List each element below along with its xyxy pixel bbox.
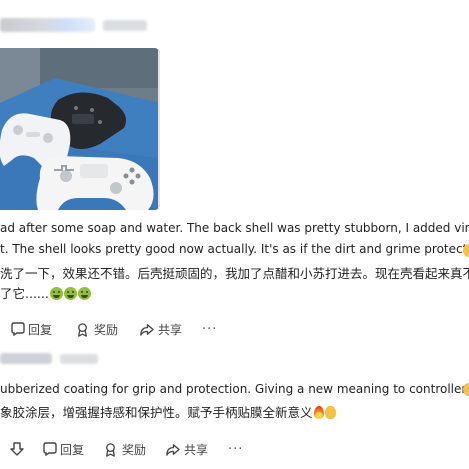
comment-bubble-icon — [43, 442, 57, 457]
controller-photo-drawing — [0, 48, 160, 210]
reply-label: 回复 — [60, 442, 85, 457]
award-label: 奖励 — [94, 322, 119, 337]
share-button[interactable]: 共享 — [165, 439, 208, 459]
share-button[interactable]: 共享 — [139, 319, 182, 339]
comment-text-line-cn: 象胶涂层，增强握持感和保护性。赋予手柄贴膜全新意义 — [0, 404, 336, 422]
award-icon — [106, 442, 115, 457]
comment-header — [0, 350, 469, 368]
comment-icon[interactable] — [10, 319, 26, 339]
comment-text-line-cn: 洗了一下，效果还不错。后壳挺顽固的，我加了点醋和小苏打进去。现在壳看起来真不 — [0, 266, 469, 281]
reply-button[interactable]: 回复 — [60, 439, 84, 459]
comment-actions: 回复 奖励 共享 ··· — [0, 439, 469, 459]
share-label: 共享 — [158, 322, 183, 337]
downvote-icon — [10, 442, 24, 456]
more-options-button[interactable]: ··· — [202, 319, 217, 339]
award-button[interactable]: 奖励 — [75, 319, 118, 339]
comment-bubble-icon — [11, 322, 25, 337]
share-label: 共享 — [184, 442, 209, 457]
comment-thread: ad after some soap and water. The back s… — [0, 0, 469, 469]
downvote-button[interactable] — [10, 439, 24, 459]
comment-text-line: t. The shell looks pretty good now actua… — [0, 240, 469, 258]
more-options-button[interactable]: ··· — [228, 439, 243, 459]
share-icon — [140, 323, 154, 336]
comment-text-span: t. The shell looks pretty good now actua… — [0, 242, 469, 256]
comment-text-line: ubberized coating for grip and protectio… — [0, 382, 469, 396]
redacted-timestamp — [60, 354, 98, 364]
award-button[interactable]: 奖励 — [103, 439, 146, 459]
comment-text-line-cn: 了它...... — [0, 285, 91, 303]
share-icon — [166, 443, 180, 456]
nauseated-face-icon — [63, 287, 77, 300]
nauseated-face-icon — [49, 287, 63, 300]
award-label: 奖励 — [122, 442, 147, 457]
more-label: ··· — [202, 321, 218, 337]
emoji-icon — [463, 244, 469, 257]
nauseated-face-icon — [77, 287, 91, 300]
redacted-timestamp — [103, 20, 147, 31]
comment-icon[interactable] — [42, 439, 58, 459]
award-icon — [78, 322, 87, 337]
comment-actions: 回复 奖励 共享 ··· — [0, 319, 469, 339]
redacted-username — [0, 18, 95, 32]
more-label: ··· — [228, 441, 244, 457]
redacted-username — [0, 353, 52, 364]
comment-header — [0, 8, 469, 44]
comment-text-span: 象胶涂层，增强握持感和保护性。赋予手柄贴膜全新意义 — [0, 405, 313, 420]
ok-hand-icon — [324, 406, 336, 419]
emoji-icon — [463, 383, 469, 396]
comment-text-line: ad after some soap and water. The back s… — [0, 221, 469, 235]
reply-label: 回复 — [28, 322, 53, 337]
reply-button[interactable]: 回复 — [28, 319, 52, 339]
fire-icon — [313, 406, 324, 419]
controller-photo[interactable] — [0, 48, 160, 210]
comment-text-span: 了它...... — [0, 286, 49, 301]
